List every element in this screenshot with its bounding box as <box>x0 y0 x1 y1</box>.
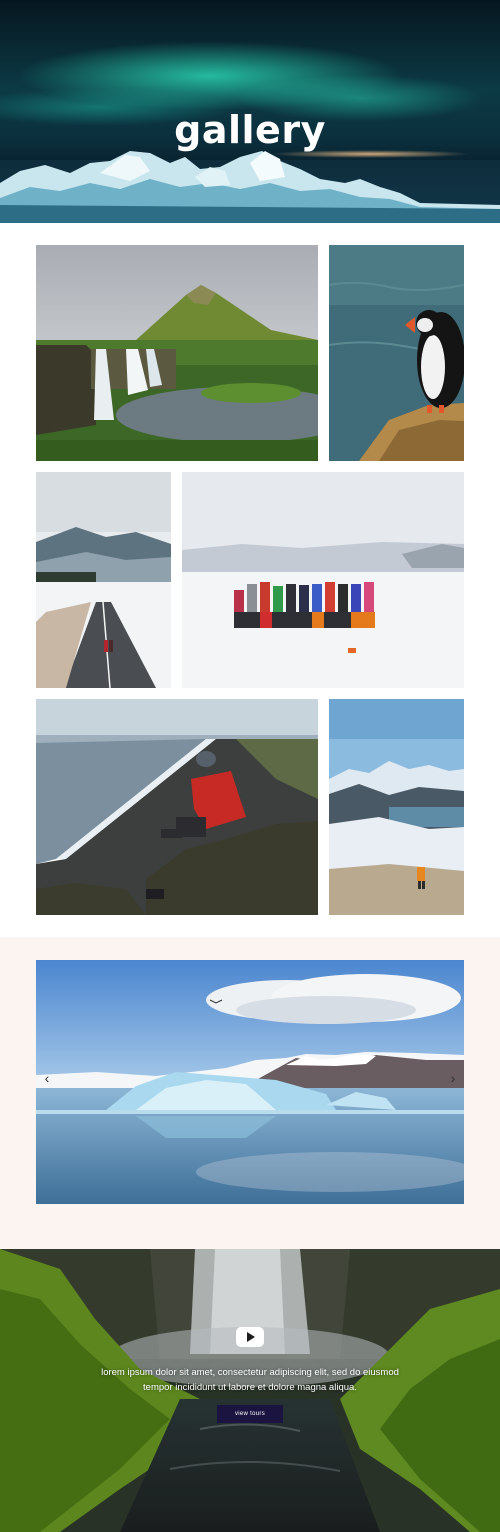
chevron-right-icon: › <box>450 1070 456 1086</box>
photo-kirkjufell-waterfall[interactable] <box>36 245 318 461</box>
slider-section: ‹ › <box>0 937 500 1249</box>
photo-glacier-group[interactable] <box>182 472 464 688</box>
chevron-left-icon: ‹ <box>44 1070 50 1086</box>
video-description: lorem ipsum dolor sit amet, consectetur … <box>101 1367 399 1393</box>
slide-image <box>36 960 464 1204</box>
slider-next-button[interactable]: › <box>446 1068 460 1088</box>
slide-glacier-lagoon[interactable] <box>36 960 464 1204</box>
hero-icebergs <box>0 151 500 223</box>
photo-kirkjufell-waterfall-image <box>36 245 318 461</box>
play-button[interactable] <box>236 1327 264 1347</box>
photo-glacier-group-image <box>182 472 464 688</box>
photo-mountain-valley-image <box>329 699 464 915</box>
slider-prev-button[interactable]: ‹ <box>40 1068 54 1088</box>
photo-snowy-road[interactable] <box>36 472 171 688</box>
photo-black-sand-beach-image <box>36 699 318 915</box>
view-tours-button[interactable]: view tours <box>217 1405 283 1423</box>
hero-banner: gallery <box>0 0 500 223</box>
photo-snowy-road-image <box>36 472 171 688</box>
page-title: gallery <box>174 108 326 152</box>
photo-mountain-valley[interactable] <box>329 699 464 915</box>
photo-puffin-image <box>329 245 464 461</box>
photo-puffin[interactable] <box>329 245 464 461</box>
photo-black-sand-beach[interactable] <box>36 699 318 915</box>
